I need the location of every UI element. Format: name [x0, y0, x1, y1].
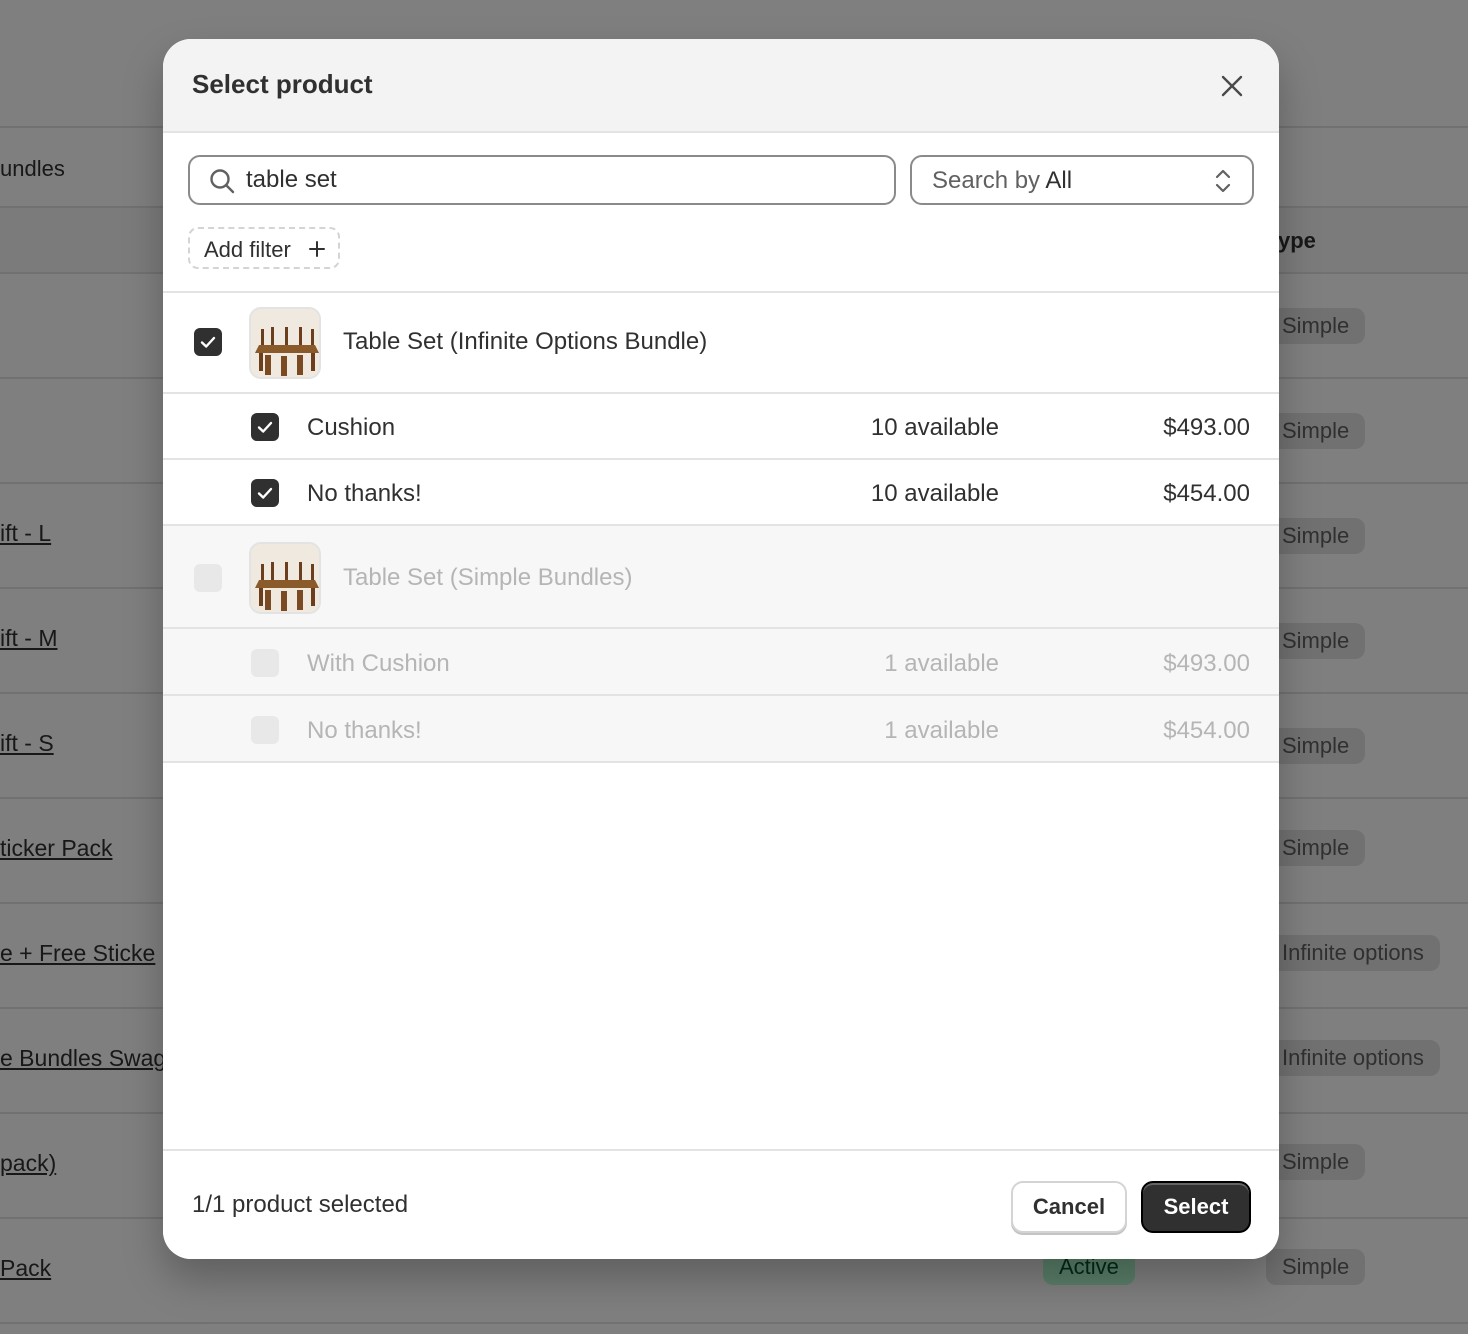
search-by-select[interactable]: Search by All — [910, 155, 1254, 205]
product-checkbox-disabled — [194, 564, 222, 592]
product-title: Table Set (Simple Bundles) — [343, 564, 633, 591]
select-product-modal: Select product Search by All Add filter — [163, 39, 1279, 1259]
close-icon — [1221, 75, 1243, 97]
variant-title: No thanks! — [307, 717, 422, 744]
variant-availability: 1 available — [884, 717, 999, 744]
variant-price: $493.00 — [1163, 650, 1250, 677]
variant-availability: 10 available — [870, 480, 999, 507]
variant-price: $454.00 — [1163, 717, 1250, 744]
chevron-up-down-icon — [1215, 169, 1231, 193]
variant-title: With Cushion — [307, 650, 450, 677]
variant-row-disabled: With Cushion 1 available $493.00 — [163, 629, 1279, 696]
dining-table-image — [251, 309, 319, 377]
modal-footer: 1/1 product selected Cancel Select — [163, 1149, 1279, 1259]
close-button[interactable] — [1213, 67, 1251, 105]
variant-availability: 10 available — [870, 414, 999, 441]
search-field[interactable] — [188, 155, 896, 205]
dining-table-image — [251, 544, 319, 612]
modal-title: Select product — [192, 69, 373, 99]
variant-checkbox-disabled — [251, 649, 279, 677]
cancel-button[interactable]: Cancel — [1011, 1181, 1127, 1233]
search-icon — [210, 169, 235, 194]
variant-price: $493.00 — [1163, 414, 1250, 441]
product-checkbox[interactable] — [194, 328, 222, 356]
variant-row[interactable]: No thanks! 10 available $454.00 — [163, 460, 1279, 526]
variant-checkbox-disabled — [251, 716, 279, 744]
variant-title: Cushion — [307, 414, 396, 441]
selected-count: 1/1 product selected — [192, 1191, 409, 1218]
plus-icon — [309, 241, 325, 257]
checkmark-icon — [257, 487, 273, 499]
add-filter-label: Add filter — [204, 237, 291, 262]
variant-availability: 1 available — [884, 650, 999, 677]
checkmark-icon — [257, 421, 273, 433]
search-by-value: All — [1045, 167, 1073, 194]
variant-title: No thanks! — [307, 480, 422, 507]
select-button[interactable]: Select — [1141, 1181, 1251, 1233]
variant-row-disabled: No thanks! 1 available $454.00 — [163, 696, 1279, 763]
search-by-label: Search by — [932, 167, 1041, 194]
variant-price: $454.00 — [1163, 480, 1250, 507]
product-title: Table Set (Infinite Options Bundle) — [343, 328, 708, 355]
product-row-disabled: Table Set (Simple Bundles) — [163, 526, 1279, 629]
variant-row[interactable]: Cushion 10 available $493.00 — [163, 394, 1279, 460]
product-thumbnail — [249, 307, 321, 379]
add-filter-button[interactable]: Add filter — [188, 227, 340, 269]
modal-header: Select product — [163, 39, 1279, 133]
variant-checkbox[interactable] — [251, 413, 279, 441]
product-thumbnail — [249, 542, 321, 614]
variant-checkbox[interactable] — [251, 479, 279, 507]
search-by-text: Search by All — [932, 167, 1072, 195]
checkmark-icon — [200, 336, 216, 348]
search-input[interactable] — [246, 165, 866, 195]
product-row[interactable]: Table Set (Infinite Options Bundle) — [163, 293, 1279, 394]
